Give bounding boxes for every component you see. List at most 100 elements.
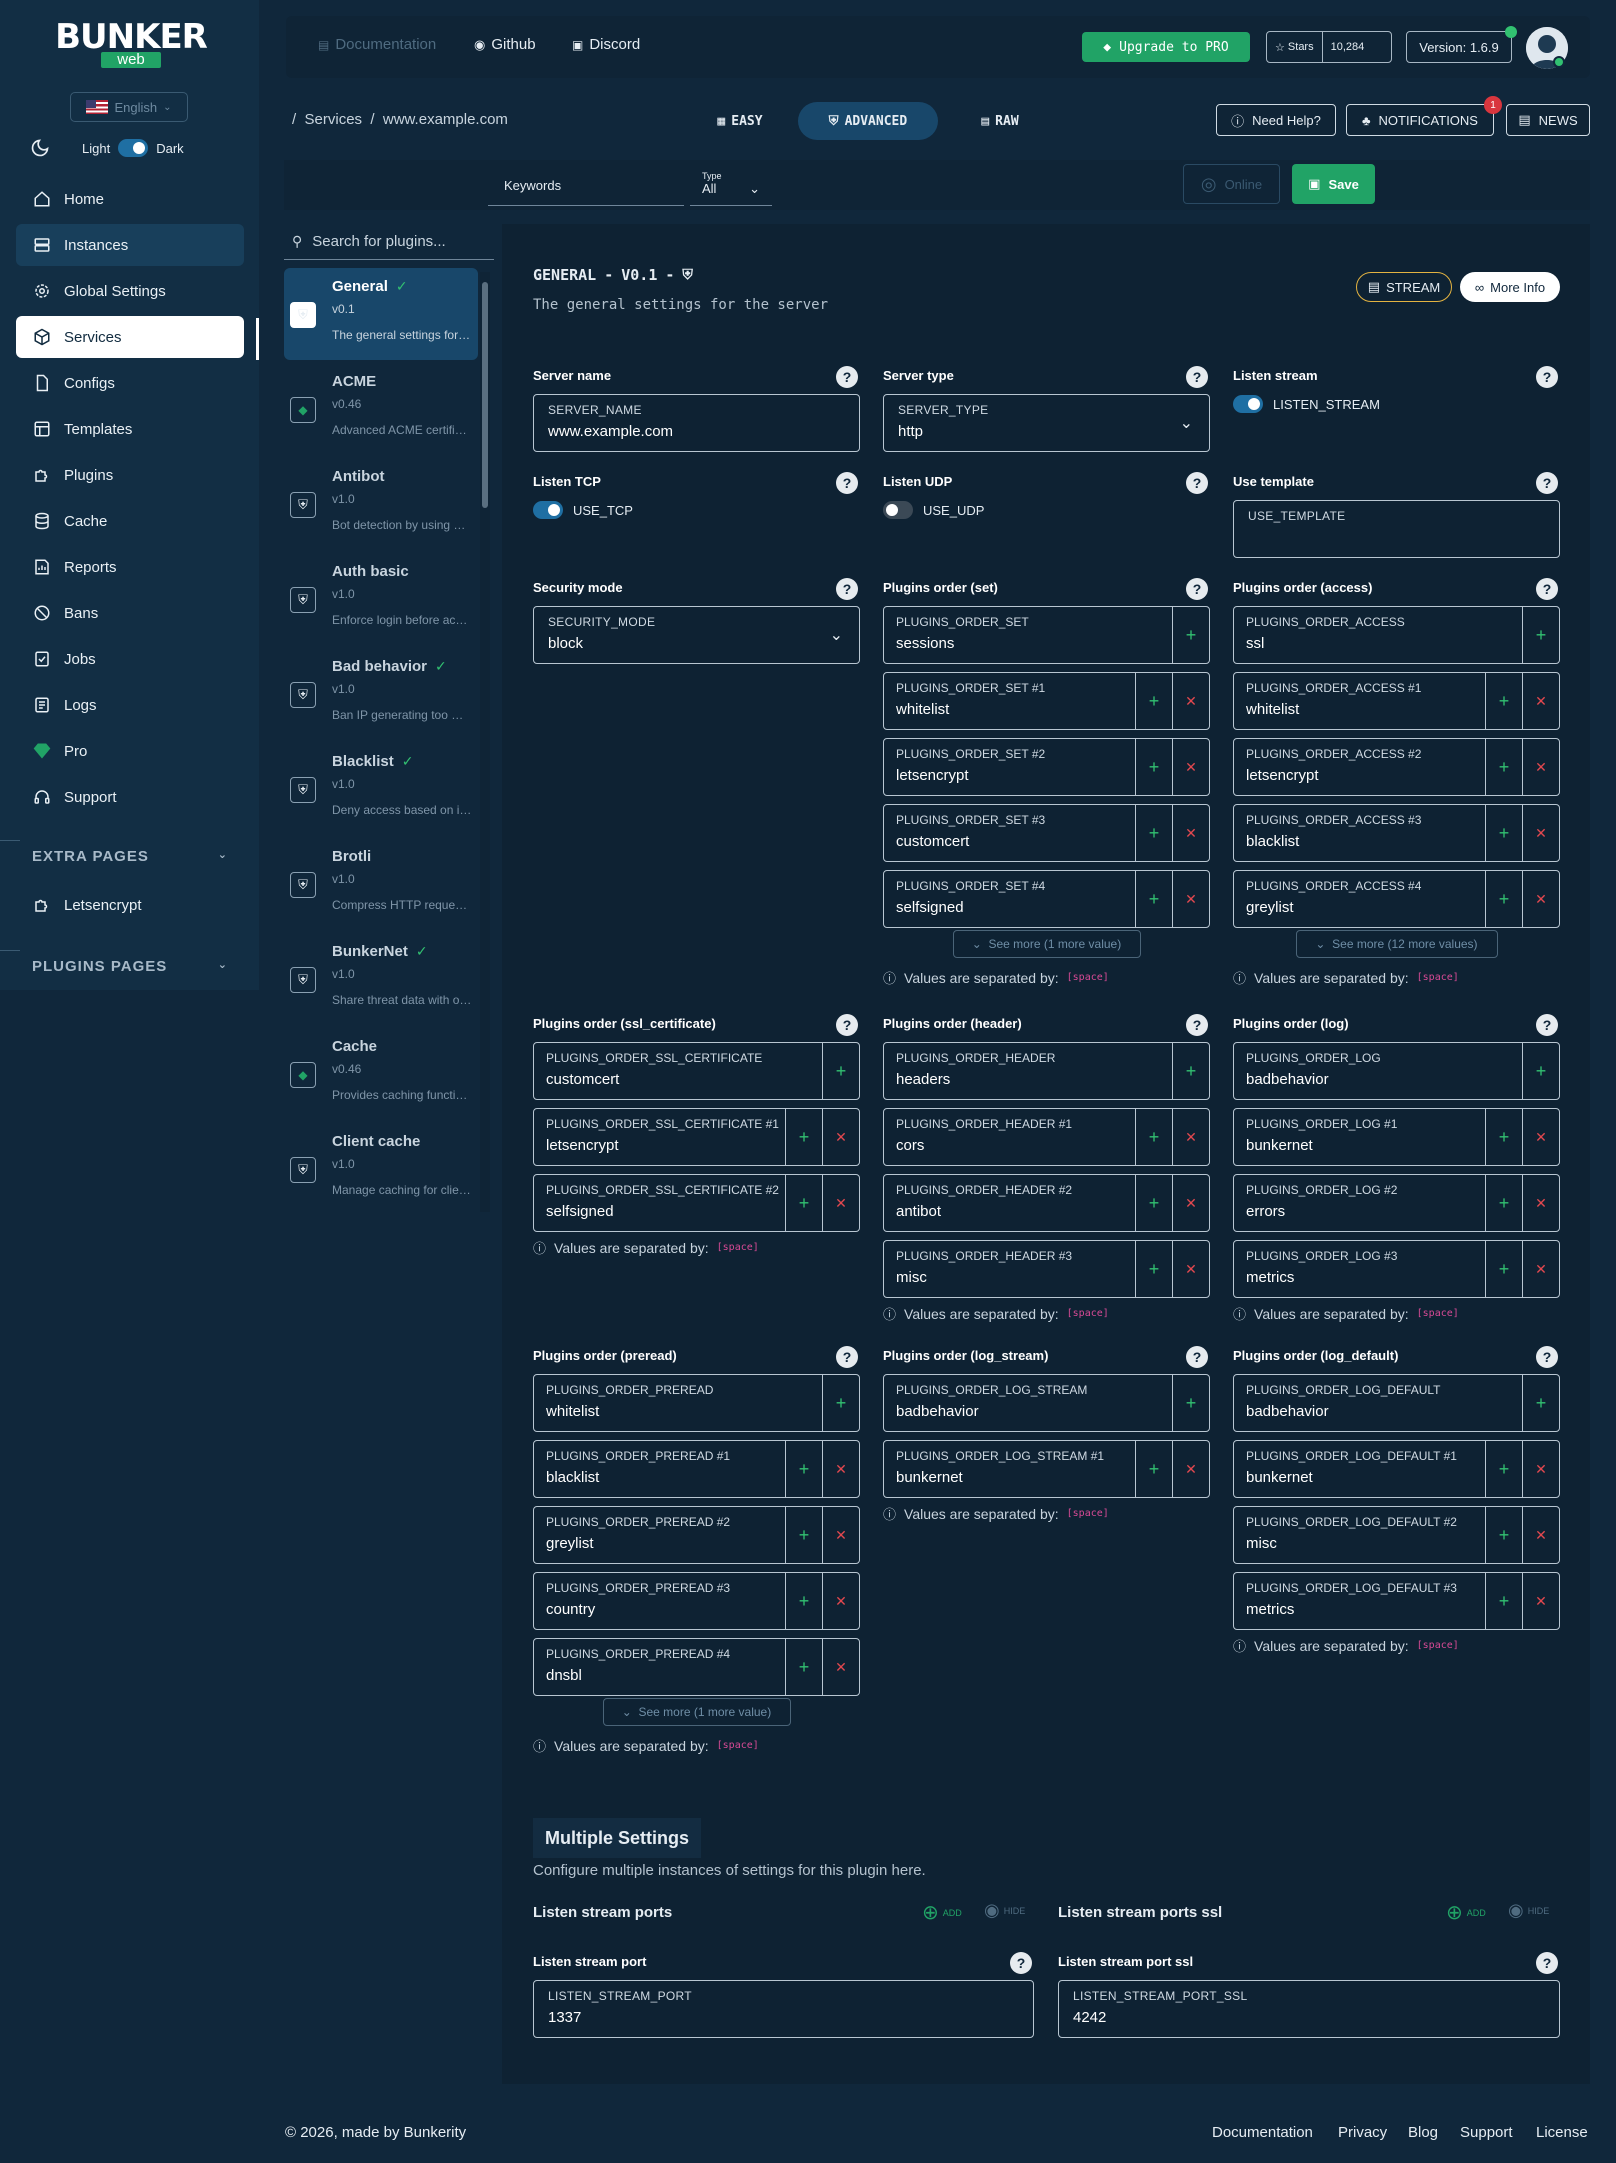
add-group-button[interactable]: ⊕ ADD [1446, 1900, 1486, 1925]
hide-group-button[interactable]: ◉ HIDE [1508, 1900, 1549, 1921]
server-type-select[interactable]: SERVER_TYPE http ⌄ [883, 394, 1210, 452]
row-text[interactable]: PLUGINS_ORDER_ACCESS #2 letsencrypt [1246, 747, 1479, 784]
sidebar-item-global-settings[interactable]: Global Settings [16, 270, 244, 312]
add-value-button[interactable]: + [1172, 607, 1209, 663]
discord-link[interactable]: ▣ Discord [572, 36, 640, 53]
remove-value-button[interactable]: ✕ [1522, 1109, 1559, 1165]
help-icon[interactable]: ? [1536, 1952, 1558, 1974]
row-text[interactable]: PLUGINS_ORDER_LOG_DEFAULT #2 misc [1246, 1515, 1479, 1552]
help-icon[interactable]: ? [1536, 472, 1558, 494]
row-text[interactable]: PLUGINS_ORDER_HEADER #2 antibot [896, 1183, 1129, 1220]
add-value-button[interactable]: + [1485, 673, 1522, 729]
plugin-list-item[interactable]: ⛨ Bad behavior ✓ v1.0 Ban IP generating too … [284, 648, 478, 740]
remove-value-button[interactable]: ✕ [1522, 1507, 1559, 1563]
listen-stream-toggle[interactable]: LISTEN_STREAM [1233, 395, 1380, 413]
row-text[interactable]: PLUGINS_ORDER_LOG_STREAM badbehavior [896, 1383, 1129, 1420]
save-button[interactable]: ▣ Save [1292, 164, 1375, 204]
row-text[interactable]: PLUGINS_ORDER_PREREAD #3 country [546, 1581, 779, 1618]
remove-value-button[interactable]: ✕ [822, 1175, 859, 1231]
help-icon[interactable]: ? [1536, 366, 1558, 388]
row-text[interactable]: PLUGINS_ORDER_ACCESS #4 greylist [1246, 879, 1479, 916]
row-text[interactable]: PLUGINS_ORDER_PREREAD #2 greylist [546, 1515, 779, 1552]
help-icon[interactable]: ? [1186, 1014, 1208, 1036]
hide-group-button[interactable]: ◉ HIDE [984, 1900, 1025, 1921]
scrollbar-thumb[interactable] [482, 282, 488, 508]
add-group-button[interactable]: ⊕ ADD [922, 1900, 962, 1925]
add-value-button[interactable]: + [1522, 607, 1559, 663]
remove-value-button[interactable]: ✕ [1522, 1441, 1559, 1497]
row-text[interactable]: PLUGINS_ORDER_ACCESS #1 whitelist [1246, 681, 1479, 718]
sidebar-item-plugins[interactable]: Plugins [16, 454, 244, 496]
row-text[interactable]: PLUGINS_ORDER_SSL_CERTIFICATE #2 selfsign… [546, 1183, 779, 1220]
help-icon[interactable]: ? [1010, 1952, 1032, 1974]
sidebar-item-instances[interactable]: Instances [16, 224, 244, 266]
help-icon[interactable]: ? [1186, 472, 1208, 494]
add-value-button[interactable]: + [1485, 1441, 1522, 1497]
add-value-button[interactable]: + [785, 1441, 822, 1497]
add-value-button[interactable]: + [785, 1109, 822, 1165]
remove-value-button[interactable]: ✕ [1522, 871, 1559, 927]
listen-stream-port-field[interactable]: LISTEN_STREAM_PORT 1337 [533, 1980, 1034, 2038]
add-value-button[interactable]: + [1172, 1043, 1209, 1099]
remove-value-button[interactable]: ✕ [1172, 871, 1209, 927]
plugins-pages-toggle[interactable]: PLUGINS PAGES ⌄ [32, 958, 228, 975]
add-value-button[interactable]: + [785, 1507, 822, 1563]
row-text[interactable]: PLUGINS_ORDER_SSL_CERTIFICATE #1 letsencr… [546, 1117, 779, 1154]
help-icon[interactable]: ? [1186, 366, 1208, 388]
add-value-button[interactable]: + [1172, 1375, 1209, 1431]
remove-value-button[interactable]: ✕ [1172, 1441, 1209, 1497]
add-value-button[interactable]: + [1135, 805, 1172, 861]
sidebar-item-pro[interactable]: Pro [16, 730, 244, 772]
row-text[interactable]: PLUGINS_ORDER_LOG_DEFAULT badbehavior [1246, 1383, 1479, 1420]
add-value-button[interactable]: + [822, 1043, 859, 1099]
add-value-button[interactable]: + [1485, 805, 1522, 861]
row-text[interactable]: PLUGINS_ORDER_SET #3 customcert [896, 813, 1129, 850]
row-text[interactable]: PLUGINS_ORDER_LOG_DEFAULT #3 metrics [1246, 1581, 1479, 1618]
row-text[interactable]: PLUGINS_ORDER_PREREAD #1 blacklist [546, 1449, 779, 1486]
remove-value-button[interactable]: ✕ [822, 1441, 859, 1497]
help-icon[interactable]: ? [836, 578, 858, 600]
add-value-button[interactable]: + [1485, 1241, 1522, 1297]
remove-value-button[interactable]: ✕ [1522, 739, 1559, 795]
plugin-list-item[interactable]: ⛨ Blacklist ✓ v1.0 Deny access based on inte… [284, 743, 478, 835]
plugin-list-item[interactable]: ⛨ BunkerNet ✓ v1.0 Share threat data with ot… [284, 933, 478, 1025]
add-value-button[interactable]: + [1485, 739, 1522, 795]
plugin-list-item[interactable]: ⛨ General ✓ v0.1 The general settings for th… [284, 268, 478, 360]
add-value-button[interactable]: + [785, 1639, 822, 1695]
help-icon[interactable]: ? [1186, 1346, 1208, 1368]
row-text[interactable]: PLUGINS_ORDER_HEADER headers [896, 1051, 1129, 1088]
add-value-button[interactable]: + [1485, 1507, 1522, 1563]
type-select[interactable]: Type All ⌄ [690, 168, 772, 206]
remove-value-button[interactable]: ✕ [822, 1573, 859, 1629]
add-value-button[interactable]: + [1135, 1175, 1172, 1231]
help-icon[interactable]: ? [836, 366, 858, 388]
server-name-field[interactable]: SERVER_NAME www.example.com [533, 394, 860, 452]
help-icon[interactable]: ? [836, 1346, 858, 1368]
github-stars-button[interactable]: ☆ Stars 10,284 [1266, 31, 1392, 63]
footer-documentation-link[interactable]: Documentation [1212, 2124, 1313, 2141]
help-icon[interactable]: ? [1186, 578, 1208, 600]
row-text[interactable]: PLUGINS_ORDER_SSL_CERTIFICATE customcert [546, 1051, 779, 1088]
mode-advanced-button[interactable]: ⛨ ADVANCED [798, 102, 938, 140]
remove-value-button[interactable]: ✕ [1522, 1573, 1559, 1629]
remove-value-button[interactable]: ✕ [1172, 1241, 1209, 1297]
row-text[interactable]: PLUGINS_ORDER_ACCESS ssl [1246, 615, 1479, 652]
help-icon[interactable]: ? [1536, 1014, 1558, 1036]
sidebar-item-reports[interactable]: Reports [16, 546, 244, 588]
sidebar-item-templates[interactable]: Templates [16, 408, 244, 450]
add-value-button[interactable]: + [1135, 1241, 1172, 1297]
add-value-button[interactable]: + [1135, 871, 1172, 927]
help-icon[interactable]: ? [836, 472, 858, 494]
row-text[interactable]: PLUGINS_ORDER_LOG #1 bunkernet [1246, 1117, 1479, 1154]
remove-value-button[interactable]: ✕ [822, 1109, 859, 1165]
plugin-search-input[interactable]: ⚲ Search for plugins... [284, 224, 494, 260]
more-info-button[interactable]: ∞ More Info [1460, 272, 1560, 302]
remove-value-button[interactable]: ✕ [1172, 739, 1209, 795]
listen-tcp-toggle[interactable]: USE_TCP [533, 501, 633, 519]
need-help-button[interactable]: ⓘ Need Help? [1216, 104, 1336, 136]
mode-raw-button[interactable]: ▤ RAW [960, 102, 1040, 140]
mode-easy-button[interactable]: ▦ EASY [700, 102, 780, 140]
remove-value-button[interactable]: ✕ [1172, 673, 1209, 729]
help-icon[interactable]: ? [836, 1014, 858, 1036]
remove-value-button[interactable]: ✕ [822, 1507, 859, 1563]
